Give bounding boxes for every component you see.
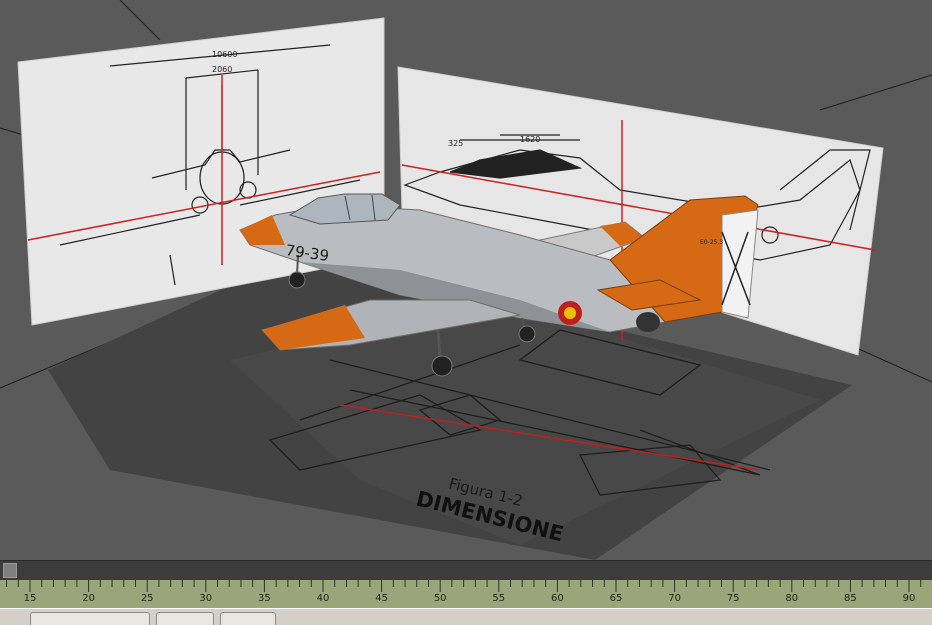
ruler-tick-label: 50 (433, 593, 447, 604)
ruler-tick-label: 20 (82, 593, 95, 604)
timeline-panel: 15 20 25 30 35 40 45 50 55 60 65 70 75 80 85 90 (0, 560, 932, 625)
taskbar-button-2[interactable] (156, 612, 214, 625)
ruler-tick-label: 65 (609, 593, 623, 604)
ruler-tick-label: 15 (23, 593, 37, 604)
ruler-tick-label: 80 (785, 593, 799, 604)
side-view-dim-b: 1620 (520, 135, 540, 144)
ruler-tick-label: 75 (726, 593, 740, 604)
tail-code: E0-25.3 (700, 239, 723, 246)
taskbar-button-3[interactable] (220, 612, 276, 625)
track-bar[interactable]: 15 20 25 30 35 40 45 50 55 60 65 70 75 80 85 90 (0, 580, 932, 608)
taskbar-strip (0, 608, 932, 625)
ruler-tick-label: 90 (902, 593, 916, 604)
ruler-tick-label: 55 (492, 593, 506, 604)
front-view-overall-width: 10600 (212, 50, 237, 59)
ruler-tick-label: 45 (375, 593, 388, 604)
ruler-tick-label: 60 (551, 593, 564, 604)
ruler-tick-label: 85 (844, 593, 857, 604)
time-slider[interactable] (0, 560, 932, 581)
ruler-tick-label: 35 (258, 593, 271, 604)
side-view-dim-a: 325 (448, 139, 463, 148)
front-view-inner-width: 2060 (212, 65, 232, 74)
viewport-canvas[interactable]: Figura 1-2 DIMENSIONE 10600 2060 325 162… (0, 0, 932, 560)
ruler-tick-label: 25 (140, 593, 154, 604)
taskbar-button-1[interactable] (30, 612, 150, 625)
3d-viewport[interactable]: Figura 1-2 DIMENSIONE 10600 2060 325 162… (0, 0, 932, 560)
ruler-tick-label: 70 (668, 593, 681, 604)
ruler-tick-label: 40 (316, 593, 330, 604)
ruler-tick-label: 30 (199, 593, 213, 604)
time-slider-thumb[interactable] (3, 563, 17, 578)
